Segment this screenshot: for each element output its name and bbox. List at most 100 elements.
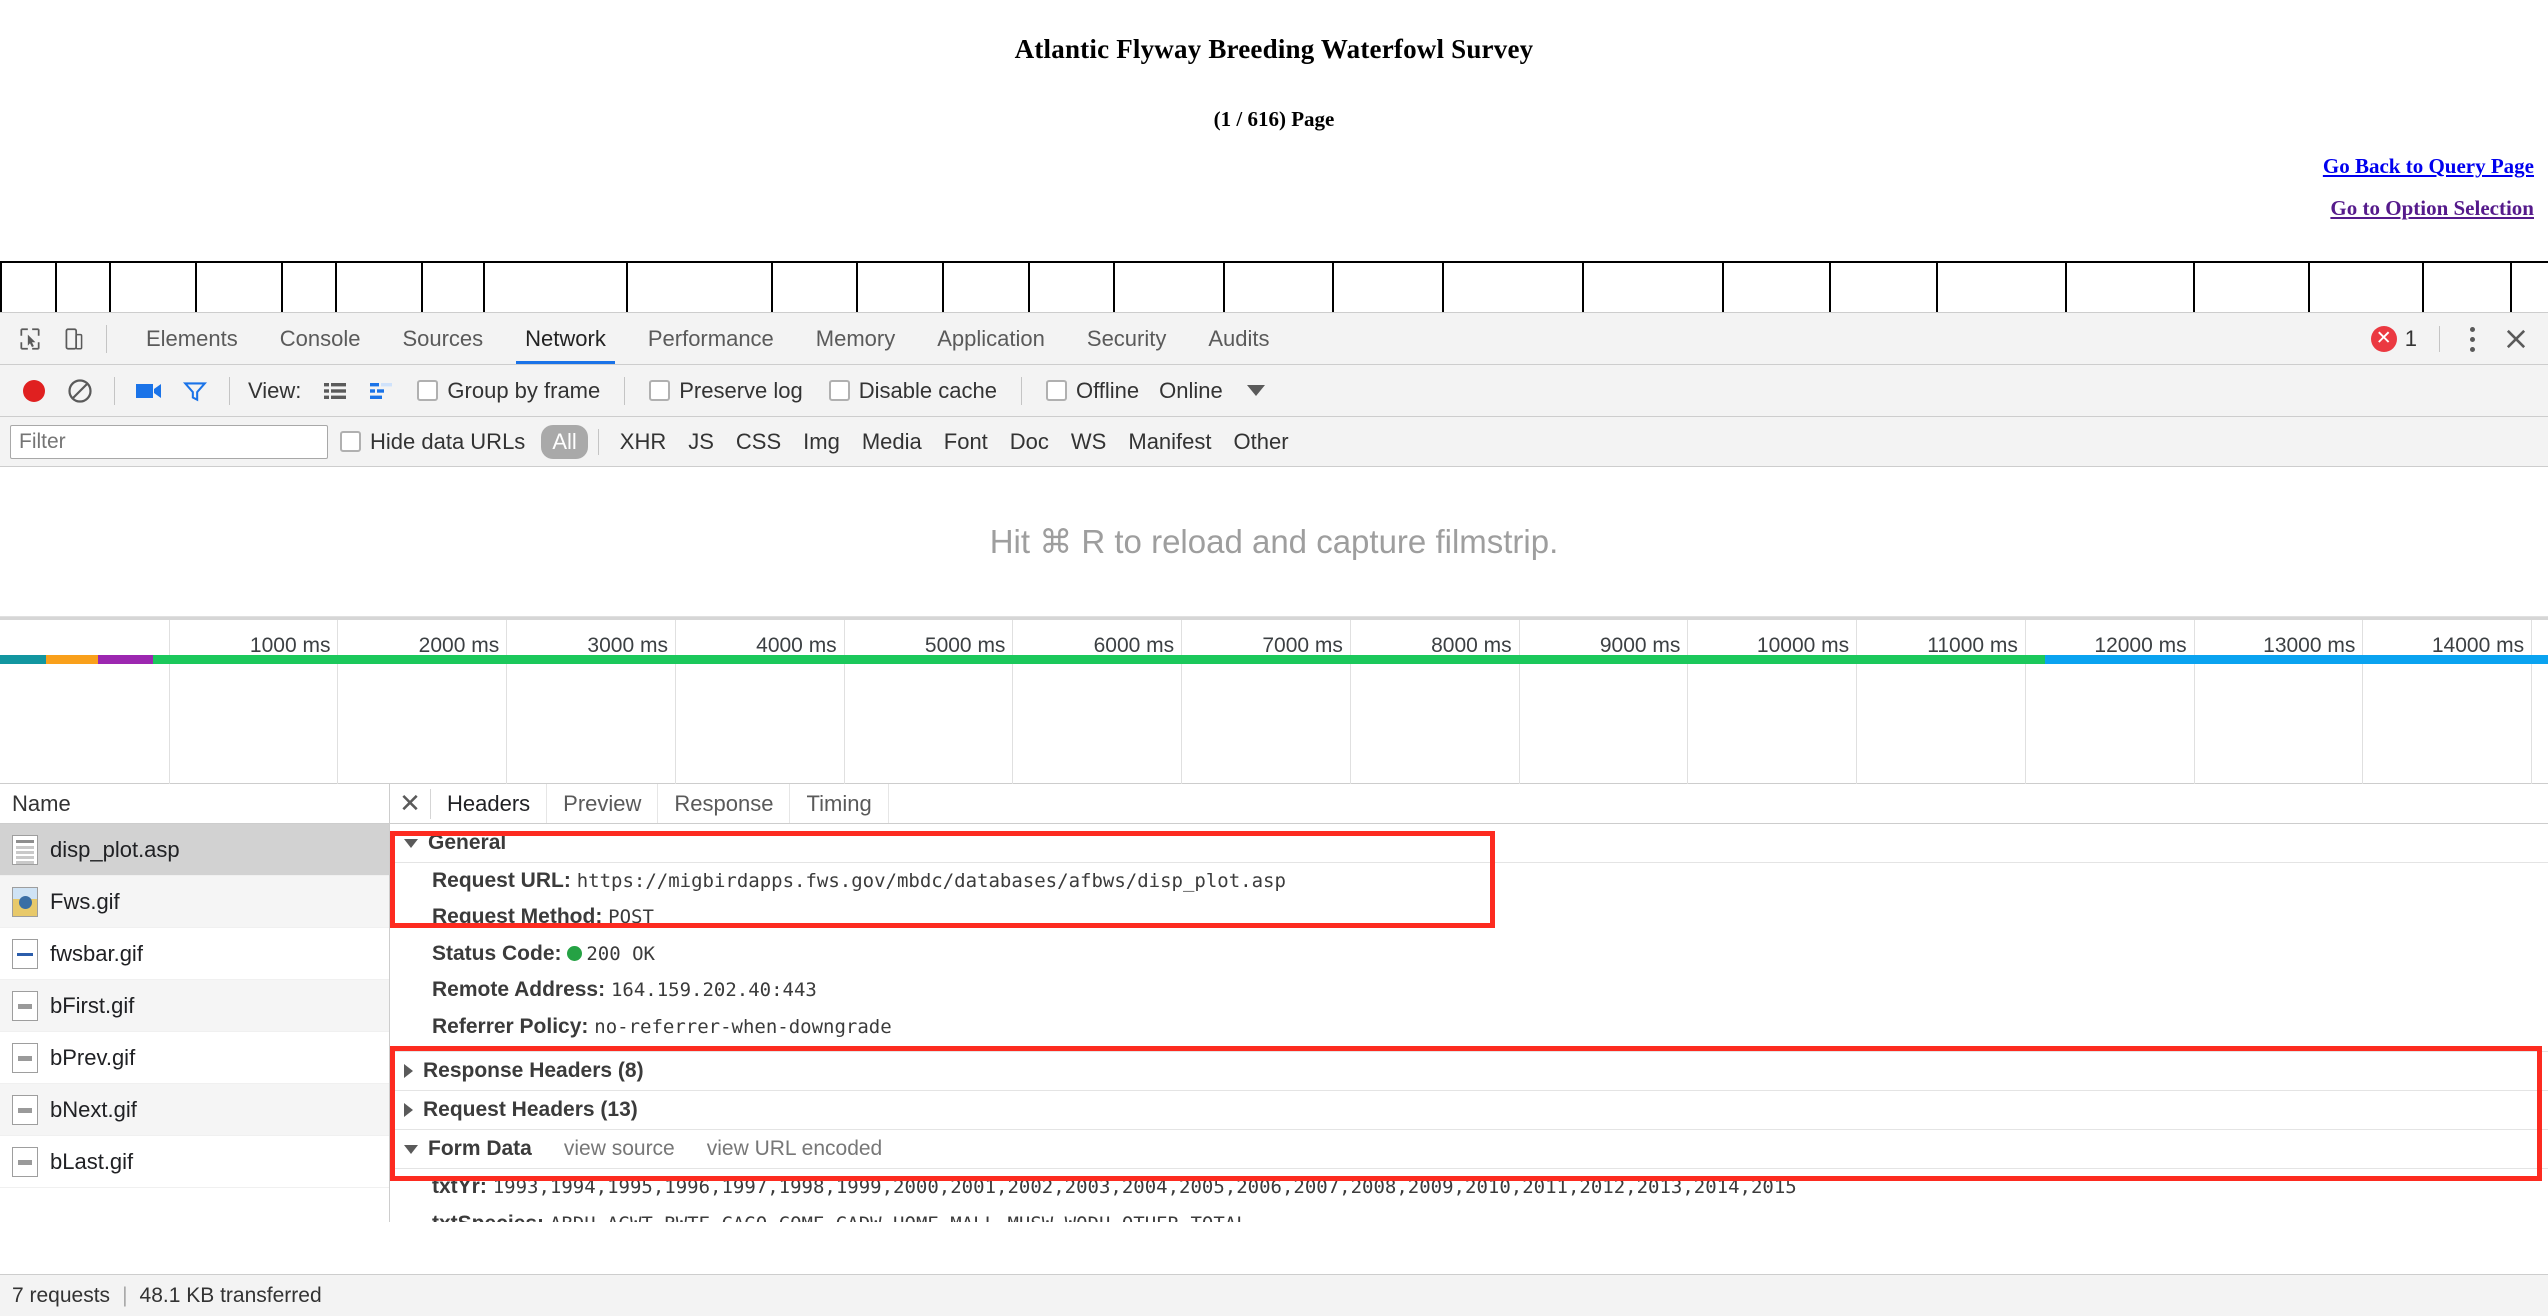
requests-pane: Name disp_plot.asp Fws.gif fwsbar.gif bFirs… bbox=[0, 784, 390, 1222]
remote-address-key: Remote Address: bbox=[432, 978, 606, 1002]
view-source-link[interactable]: view source bbox=[564, 1137, 675, 1161]
filter-type-img[interactable]: Img bbox=[792, 425, 851, 459]
more-options-icon[interactable] bbox=[2454, 326, 2490, 352]
checkbox-box bbox=[340, 431, 361, 452]
request-method-key: Request Method: bbox=[432, 905, 603, 929]
toggle-device-toolbar-icon[interactable] bbox=[52, 317, 96, 361]
request-name: bFirst.gif bbox=[50, 992, 135, 1018]
network-control-bar: View: Group by frame Preserve log Disabl… bbox=[0, 365, 2548, 417]
record-button[interactable] bbox=[12, 369, 56, 413]
form-data-entries: txtYr: 1993,1994,1995,1996,1997,1998,199… bbox=[390, 1169, 2548, 1222]
details-tab-response[interactable]: Response bbox=[658, 784, 791, 823]
preserve-log-checkbox[interactable]: Preserve log bbox=[637, 378, 815, 404]
request-row[interactable]: bPrev.gif bbox=[0, 1032, 389, 1084]
request-row[interactable]: fwsbar.gif bbox=[0, 928, 389, 980]
devtools-tab-elements[interactable]: Elements bbox=[125, 313, 259, 364]
request-name: fwsbar.gif bbox=[50, 940, 143, 966]
request-row[interactable]: bFirst.gif bbox=[0, 980, 389, 1032]
filter-type-xhr[interactable]: XHR bbox=[609, 425, 677, 459]
clear-button[interactable] bbox=[58, 369, 102, 413]
filter-type-font[interactable]: Font bbox=[933, 425, 999, 459]
list-view-icon[interactable] bbox=[313, 369, 357, 413]
devtools-tabbar: Elements Console Sources Network Performance… bbox=[0, 313, 2548, 365]
filter-type-js[interactable]: JS bbox=[677, 425, 725, 459]
table-header-cell: GREEN- bbox=[770, 261, 859, 312]
control-divider-1 bbox=[114, 376, 115, 405]
form-data-section-header[interactable]: Form Data view source view URL encoded bbox=[390, 1130, 2548, 1170]
filter-type-all[interactable]: All bbox=[541, 424, 588, 459]
network-overview[interactable]: 1000 ms 2000 ms 3000 ms 4000 ms 5000 ms 6000 … bbox=[0, 617, 2548, 784]
record-icon bbox=[23, 379, 45, 402]
request-headers-section-header[interactable]: Request Headers (13) bbox=[390, 1091, 2548, 1131]
waterfall-view-icon[interactable] bbox=[359, 369, 403, 413]
request-row[interactable]: disp_plot.asp bbox=[0, 824, 389, 876]
control-divider-2 bbox=[229, 376, 230, 405]
capture-screenshots-icon[interactable] bbox=[127, 369, 171, 413]
timeline-tick: 14000 ms bbox=[2362, 620, 2531, 784]
group-by-frame-checkbox[interactable]: Group by frame bbox=[405, 378, 612, 404]
chevron-down-icon bbox=[404, 838, 418, 848]
network-status-bar: 7 requests | 48.1 KB transferred bbox=[0, 1274, 2548, 1316]
request-name: bLast.gif bbox=[50, 1148, 134, 1174]
image-icon bbox=[12, 1094, 38, 1125]
timeline-tick: 2000 ms bbox=[337, 620, 506, 784]
table-header-cell bbox=[0, 261, 57, 312]
view-url-encoded-link[interactable]: view URL encoded bbox=[707, 1137, 883, 1161]
details-tab-headers[interactable]: Headers bbox=[431, 784, 548, 823]
filter-type-other[interactable]: Other bbox=[1223, 425, 1300, 459]
overview-activity-bar bbox=[0, 655, 2548, 664]
devtools-tab-security[interactable]: Security bbox=[1066, 313, 1187, 364]
filter-type-media[interactable]: Media bbox=[851, 425, 933, 459]
details-tab-preview[interactable]: Preview bbox=[547, 784, 659, 823]
go-to-option-selection-link[interactable]: Go to Option Selection bbox=[0, 196, 2534, 221]
image-icon bbox=[12, 938, 38, 969]
filter-type-doc[interactable]: Doc bbox=[999, 425, 1060, 459]
request-method-row: Request Method: POST bbox=[390, 899, 2548, 935]
filter-type-manifest[interactable]: Manifest bbox=[1117, 425, 1222, 459]
devtools-tab-sources[interactable]: Sources bbox=[381, 313, 504, 364]
table-header-cell bbox=[54, 261, 112, 312]
timeline-tick: 5000 ms bbox=[843, 620, 1013, 784]
requests-list: disp_plot.asp Fws.gif fwsbar.gif bFirst.gif… bbox=[0, 824, 389, 1188]
request-row[interactable]: bNext.gif bbox=[0, 1084, 389, 1136]
table-header-cell: GREEN- bbox=[856, 261, 945, 312]
request-row[interactable]: Fws.gif bbox=[0, 876, 389, 928]
table-header-cell bbox=[1829, 261, 1939, 312]
filter-input[interactable] bbox=[10, 424, 328, 459]
devtools-tab-memory[interactable]: Memory bbox=[795, 313, 916, 364]
offline-label: Offline bbox=[1075, 377, 1140, 403]
requests-column-header[interactable]: Name bbox=[0, 784, 389, 824]
filter-toggle-icon[interactable] bbox=[173, 369, 217, 413]
offline-checkbox[interactable]: Offline bbox=[1034, 378, 1151, 404]
image-icon bbox=[12, 1146, 38, 1177]
close-details-icon[interactable]: ✕ bbox=[390, 788, 430, 819]
group-by-frame-label: Group by frame bbox=[447, 377, 601, 403]
filter-type-css[interactable]: CSS bbox=[725, 425, 792, 459]
table-header-cell: AMERICAN bbox=[625, 261, 773, 312]
close-devtools-icon[interactable] bbox=[2494, 317, 2538, 361]
devtools-tab-audits[interactable]: Audits bbox=[1187, 313, 1290, 364]
response-headers-section-header[interactable]: Response Headers (8) bbox=[390, 1051, 2548, 1092]
details-tabbar: ✕ Headers Preview Response Timing bbox=[390, 784, 2548, 824]
inspect-element-icon[interactable] bbox=[8, 317, 52, 361]
devtools-tab-application[interactable]: Application bbox=[916, 313, 1066, 364]
table-header-cell: Type bbox=[280, 261, 338, 312]
page-links: Go Back to Query Page Go to Option Selec… bbox=[0, 154, 2548, 221]
hide-data-urls-checkbox[interactable]: Hide data URLs bbox=[328, 429, 537, 455]
devtools-tab-performance[interactable]: Performance bbox=[627, 313, 795, 364]
go-back-to-query-page-link[interactable]: Go Back to Query Page bbox=[0, 154, 2534, 179]
devtools-tab-network[interactable]: Network bbox=[504, 313, 627, 364]
devtools-tab-console[interactable]: Console bbox=[259, 313, 382, 364]
request-row[interactable]: bLast.gif bbox=[0, 1136, 389, 1188]
toolbar-divider bbox=[106, 324, 107, 353]
timeline-tick: 10000 ms bbox=[1687, 620, 1856, 784]
throttling-value[interactable]: Online bbox=[1159, 378, 1223, 404]
general-section-header[interactable]: General bbox=[390, 824, 2548, 863]
timeline-tick: 150 bbox=[2531, 620, 2548, 784]
timeline-tick: 13000 ms bbox=[2193, 620, 2363, 784]
chevron-down-icon[interactable] bbox=[1246, 385, 1265, 396]
disable-cache-checkbox[interactable]: Disable cache bbox=[817, 378, 1009, 404]
filter-type-ws[interactable]: WS bbox=[1060, 425, 1117, 459]
details-tab-timing[interactable]: Timing bbox=[790, 784, 889, 823]
error-badge[interactable]: ✕ 1 bbox=[2363, 326, 2425, 352]
